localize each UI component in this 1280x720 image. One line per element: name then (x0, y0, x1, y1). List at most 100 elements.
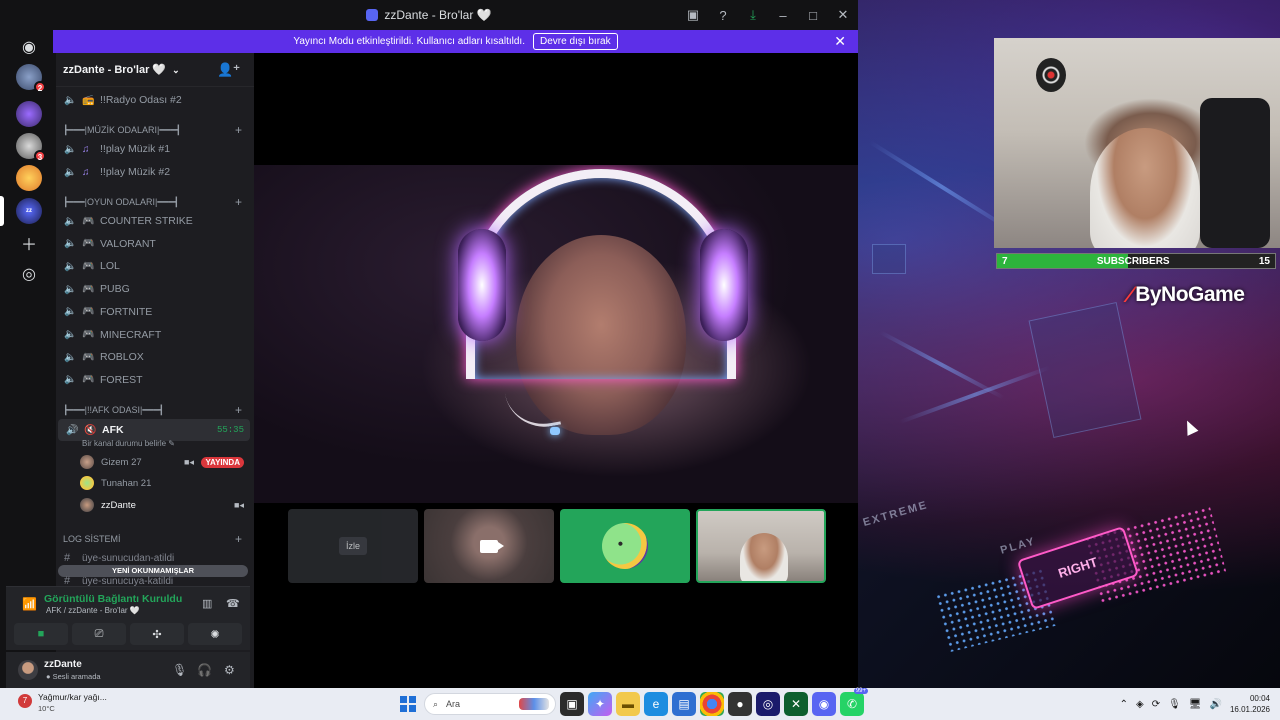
voice-channel-muzik-1[interactable]: 🔈 ♫ !!play Müzik #1 (56, 138, 254, 160)
voice-channel-afk[interactable]: 🔊 🔇 AFK 55:35 (58, 419, 250, 441)
stream-tile-watch[interactable]: İzle (288, 509, 418, 583)
subscriber-count-current: 7 (1002, 255, 1008, 267)
headset-right-cup (700, 229, 748, 341)
voice-user-gizem[interactable]: Gizem 27 ■◂ YAYINDA (80, 452, 250, 472)
discover-icon[interactable]: ◎ (18, 263, 40, 285)
minimize-icon[interactable]: – (768, 0, 798, 30)
disable-streamer-mode-button[interactable]: Devre dışı bırak (533, 33, 618, 50)
mute-speaker-icon: 🔇 (84, 424, 97, 436)
copilot-icon[interactable]: ✦ (588, 692, 612, 716)
chevron-up-icon[interactable]: ⌃ (1120, 699, 1128, 710)
create-channel-icon[interactable]: + (235, 532, 242, 546)
voice-user-tunahan[interactable]: Tunahan 21 (80, 473, 250, 493)
file-explorer-icon[interactable]: ▬ (616, 692, 640, 716)
chrome-icon[interactable] (700, 692, 724, 716)
maximize-icon[interactable]: □ (798, 0, 828, 30)
tray-app-icon[interactable]: ◈ (1136, 699, 1144, 710)
headset-mic-boom (504, 384, 562, 434)
category-log[interactable]: LOG SİSTEMİ + (56, 530, 254, 548)
volume-icon[interactable]: 🔊 (1210, 699, 1222, 710)
create-channel-icon[interactable]: + (235, 403, 242, 417)
invite-people-icon[interactable]: 👤⁺ (217, 62, 240, 78)
watch-stream-button[interactable]: İzle (338, 537, 367, 555)
voice-channel-radyo[interactable]: 🔈 📻 !!Radyo Odası #2 (56, 89, 254, 111)
discord-taskbar-icon[interactable]: ◉ (812, 692, 836, 716)
voice-user-zzdante[interactable]: zzDante ■◂ (80, 495, 250, 515)
inbox-icon[interactable]: ▣ (678, 0, 708, 30)
channel-status-prompt[interactable]: Bir kanal durumu belirle ✎ (82, 439, 175, 448)
avatar (80, 455, 94, 469)
speaker-icon: 🔊 (66, 424, 79, 436)
server-icon-3[interactable]: 3 (16, 133, 46, 162)
window-title-text: zzDante - Bro'lar 🤍 (384, 8, 492, 22)
add-server-icon[interactable]: ＋ (18, 232, 40, 254)
server-header[interactable]: zzDante - Bro'lar 🤍 ⌄ 👤⁺ (56, 53, 254, 87)
clock[interactable]: 00:04 16.01.2026 (1230, 693, 1270, 715)
discord-home-icon[interactable]: ◉ (18, 36, 40, 58)
create-channel-icon[interactable]: + (235, 123, 242, 137)
participant-tile-camera-off[interactable] (424, 509, 554, 583)
task-view-icon[interactable]: ▣ (560, 692, 584, 716)
channel-label: MINECRAFT (100, 328, 162, 341)
category-oyun[interactable]: ┣━━━|OYUN ODALARI|━━━┫ + (56, 193, 254, 211)
screen-share-button[interactable]: ⎚ (72, 623, 126, 645)
xbox-icon[interactable]: ✕ (784, 692, 808, 716)
banner-close-icon[interactable]: ✕ (834, 33, 846, 50)
windows-start-icon[interactable] (396, 692, 420, 716)
whatsapp-icon[interactable]: ✆ 99+ (840, 688, 868, 716)
voice-channel-muzik-2[interactable]: 🔈 ♫ !!play Müzik #2 (56, 161, 254, 183)
camera-button[interactable]: ■ (14, 623, 68, 645)
voice-channel-game[interactable]: 🔈 🎮 VALORANT (56, 233, 254, 255)
close-icon[interactable]: ✕ (828, 0, 858, 30)
voice-channel-game[interactable]: 🔈 🎮 LOL (56, 255, 254, 277)
settings-gear-icon[interactable]: ⚙ (224, 663, 235, 677)
voice-channel-game[interactable]: 🔈 🎮 ROBLOX (56, 346, 254, 368)
tray-sync-icon[interactable]: ⟳ (1152, 699, 1160, 710)
avatar (80, 498, 94, 512)
headset-left-cup (458, 229, 506, 341)
selected-server-pill (0, 196, 4, 226)
gamepad-icon: 🎮 (82, 374, 95, 386)
store-icon[interactable]: ▤ (672, 692, 696, 716)
microphone-icon[interactable]: 🎙 (172, 663, 187, 677)
disconnect-icon[interactable]: ☎ (226, 597, 240, 610)
server-icon-2[interactable] (16, 101, 42, 127)
taskbar-search[interactable]: ⌕ Ara (424, 693, 556, 715)
participant-tile-avatar[interactable] (560, 509, 690, 583)
help-icon[interactable]: ? (708, 0, 738, 30)
participant-tile-self[interactable] (696, 509, 826, 583)
edge-browser-icon[interactable]: e (644, 692, 668, 716)
voice-channel-game[interactable]: 🔈 🎮 COUNTER STRIKE (56, 210, 254, 232)
media-app-icon[interactable]: ◎ (756, 692, 780, 716)
download-icon[interactable]: ⤓ (738, 0, 768, 30)
category-muzik[interactable]: ┣━━━|MÜZİK ODALARI|━━━┫ + (56, 121, 254, 139)
obs-icon[interactable]: ● (728, 692, 752, 716)
activities-button[interactable]: ✣ (130, 623, 184, 645)
streamer-image (1090, 128, 1200, 248)
voice-connection-status[interactable]: Görüntülü Bağlantı Kuruldu (44, 593, 182, 605)
server-icon-1[interactable]: 2 (16, 64, 46, 93)
voice-channel-game[interactable]: 🔈 🎮 FORTNITE (56, 301, 254, 323)
voice-connection-location[interactable]: AFK / zzDante - Bro'lar 🤍 (46, 606, 140, 615)
server-name: zzDante - Bro'lar 🤍 (63, 64, 167, 76)
tray-mic-icon[interactable]: 🎙 (1168, 699, 1181, 710)
voice-channel-game[interactable]: 🔈 🎮 FOREST (56, 369, 254, 391)
user-avatar[interactable] (18, 660, 38, 680)
server-icon-zzdante[interactable]: zz (16, 198, 42, 224)
soundboard-button[interactable]: ✺ (188, 623, 242, 645)
voice-channel-game[interactable]: 🔈 🎮 PUBG (56, 278, 254, 300)
server-icon-4[interactable] (16, 165, 42, 191)
focused-video-stream[interactable] (254, 165, 858, 503)
wallpaper-text-play: PLAY (999, 535, 1038, 557)
gamepad-icon: 🎮 (82, 283, 95, 295)
create-channel-icon[interactable]: + (235, 195, 242, 209)
noise-suppression-icon[interactable]: ▥ (202, 597, 212, 610)
channel-label: VALORANT (100, 237, 156, 250)
user-name[interactable]: zzDante (44, 659, 82, 670)
voice-channel-game[interactable]: 🔈 🎮 MINECRAFT (56, 324, 254, 346)
network-icon[interactable]: 🖥 (1189, 699, 1202, 710)
category-afk[interactable]: ┣━━━|!!AFK ODASI|━━━┫ + (56, 401, 254, 419)
category-label: ┣━━━|MÜZİK ODALARI|━━━┫ (63, 124, 182, 135)
weather-widget[interactable]: 7 Yağmur/kar yağı... 10°C (18, 692, 107, 714)
headphones-icon[interactable]: 🎧 (197, 663, 212, 677)
